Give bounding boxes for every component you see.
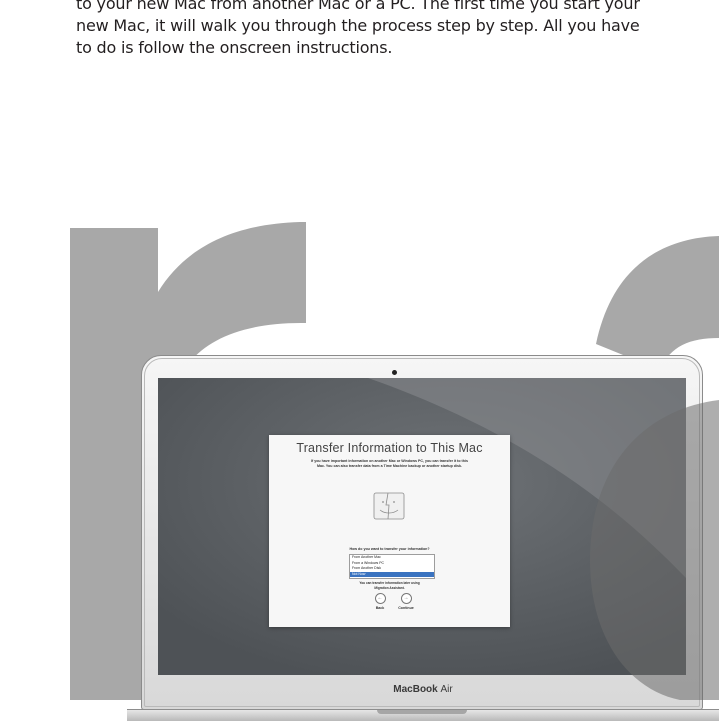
back-arrow-icon: ← bbox=[374, 593, 386, 604]
dialog-title: Transfer Information to This Mac bbox=[296, 441, 483, 455]
laptop-base-notch bbox=[377, 710, 467, 714]
dialog-note-line-2: Migration Assistant. bbox=[374, 585, 405, 590]
continue-label: Continue bbox=[398, 606, 414, 610]
finder-icon bbox=[373, 492, 405, 520]
transfer-dialog: Transfer Information to This Mac If you … bbox=[269, 435, 510, 627]
dialog-question: How do you want to transfer your informa… bbox=[349, 547, 430, 551]
dialog-note: You can transfer information later using… bbox=[269, 581, 510, 590]
camera-dot bbox=[392, 370, 397, 375]
laptop-brand: MacBook Air bbox=[0, 684, 719, 695]
back-button[interactable]: ← Back bbox=[369, 593, 391, 610]
transfer-options-list[interactable]: From Another Mac From a Windows PC From … bbox=[349, 554, 435, 579]
option-not-now[interactable]: Not Now bbox=[350, 571, 434, 577]
dialog-subtitle-line-2: Mac. You can also transfer data from a T… bbox=[317, 464, 462, 468]
continue-arrow-icon: → bbox=[400, 593, 412, 604]
continue-button[interactable]: → Continue bbox=[395, 593, 417, 610]
brand-name: MacBook bbox=[393, 684, 438, 695]
back-label: Back bbox=[375, 606, 385, 610]
letter-a-shape bbox=[596, 236, 719, 370]
brand-model: Air bbox=[440, 684, 453, 695]
dialog-subtitle: If you have important information on ano… bbox=[291, 459, 488, 469]
laptop-screen: Transfer Information to This Mac If you … bbox=[158, 378, 686, 675]
